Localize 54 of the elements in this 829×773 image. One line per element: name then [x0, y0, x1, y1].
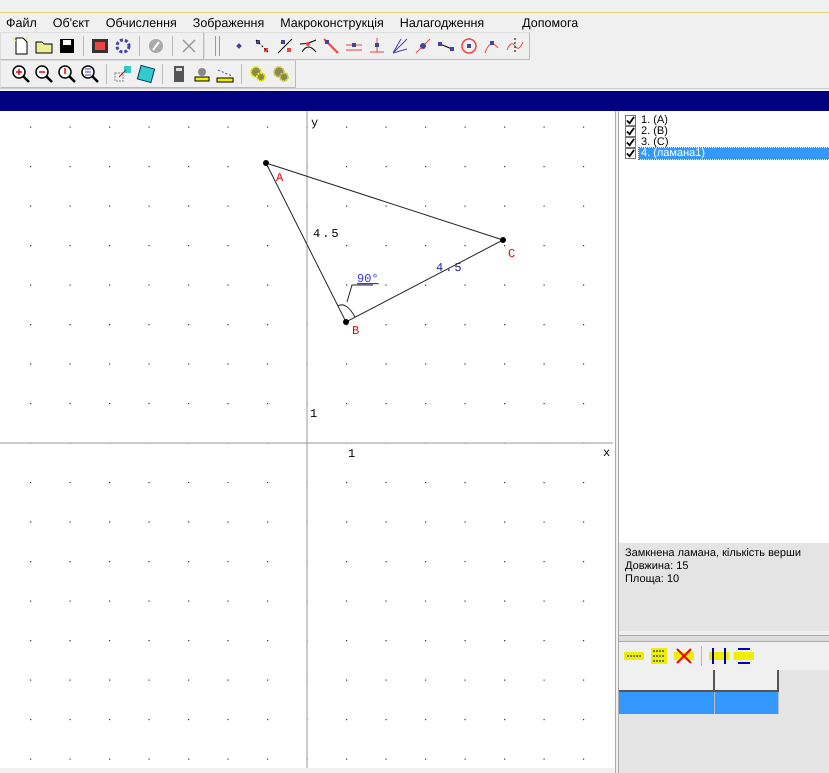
table-grid-icon[interactable] [648, 646, 670, 666]
menu-item[interactable]: Файл [0, 16, 45, 30]
checkbox[interactable] [625, 126, 636, 137]
zoom-icon[interactable] [57, 64, 77, 84]
column-header[interactable] [714, 670, 779, 692]
length-label: 4.5 [313, 227, 341, 241]
checkbox[interactable] [625, 137, 636, 148]
checkbox[interactable] [625, 115, 636, 126]
angle-label: 90° [357, 272, 379, 286]
film-icon[interactable] [90, 36, 110, 56]
construction-tool-icon[interactable] [275, 36, 295, 56]
save-icon[interactable] [57, 36, 77, 56]
column-header[interactable] [619, 670, 715, 692]
table-columns-icon[interactable] [708, 646, 730, 666]
construction-tool-icon[interactable] [321, 36, 341, 56]
info-text: Замкнена ламана, кількість верши [625, 547, 802, 560]
gears-icon[interactable] [271, 64, 291, 84]
axis-label: x [603, 446, 610, 460]
point-label: B [352, 324, 360, 338]
info-text: Площа: 10 [625, 573, 680, 586]
point-label: C [508, 247, 516, 261]
ring-icon[interactable] [113, 36, 133, 56]
zoom-out-icon[interactable] [34, 64, 54, 84]
tick-label: 1 [348, 447, 356, 461]
rotate-icon[interactable] [136, 64, 156, 84]
point[interactable] [343, 319, 349, 325]
new-file-icon[interactable] [11, 36, 31, 56]
menu-item[interactable]: Макроконструкція [272, 16, 392, 30]
construction-tool-icon[interactable] [459, 36, 479, 56]
construction-tool-icon[interactable] [413, 36, 433, 56]
zoom-in-icon[interactable] [11, 64, 31, 84]
point[interactable] [263, 160, 269, 166]
table-rows-icon[interactable] [733, 646, 755, 666]
menu-item[interactable]: Налагодження [392, 16, 492, 30]
zoom-grid-icon[interactable] [80, 64, 100, 84]
move-icon[interactable] [113, 64, 133, 84]
info-text: Довжина: 15 [625, 560, 690, 573]
delete-table-icon[interactable] [673, 646, 695, 666]
construction-tool-icon[interactable] [390, 36, 410, 56]
tick-label: 1 [310, 407, 318, 421]
checkbox[interactable] [625, 148, 636, 159]
point[interactable] [500, 237, 506, 243]
menu-item[interactable]: Допомога [514, 16, 586, 30]
menu-item[interactable]: Об'єкт [44, 16, 98, 30]
object-list-item[interactable]: 3. (C) [639, 137, 829, 148]
object-list-item[interactable]: 2. (B) [639, 126, 829, 137]
menu-item[interactable]: Обчислення [98, 16, 185, 30]
menu-item[interactable]: Зображення [184, 16, 272, 30]
object-list-item[interactable]: 1. (A) [639, 115, 829, 126]
point-label: A [276, 171, 284, 185]
angle-arc [338, 304, 356, 318]
leader-line [346, 284, 374, 302]
gears-icon[interactable] [248, 64, 268, 84]
axis-label: y [311, 116, 318, 130]
